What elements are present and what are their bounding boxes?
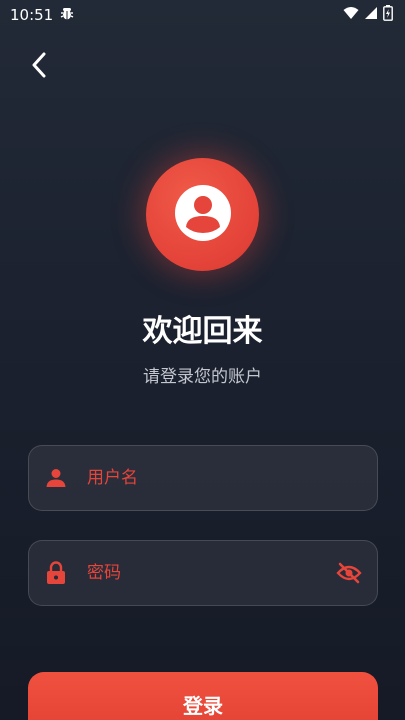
wifi-icon xyxy=(343,6,359,24)
password-field[interactable] xyxy=(28,540,378,606)
user-icon xyxy=(173,183,233,247)
page-title: 欢迎回来 xyxy=(142,314,263,349)
back-button[interactable] xyxy=(22,50,56,84)
signal-icon xyxy=(364,6,378,24)
bug-icon xyxy=(59,5,75,25)
avatar xyxy=(146,158,259,271)
chevron-left-icon xyxy=(31,52,47,82)
password-input[interactable] xyxy=(87,553,335,593)
person-icon xyxy=(45,467,67,489)
username-input[interactable] xyxy=(87,458,363,498)
eye-off-icon[interactable] xyxy=(335,559,363,587)
status-right xyxy=(343,5,393,25)
status-left: 10:51 xyxy=(10,5,75,25)
lock-icon xyxy=(45,561,67,584)
page-subtitle: 请登录您的账户 xyxy=(143,367,262,387)
status-bar: 10:51 xyxy=(0,0,405,30)
status-time: 10:51 xyxy=(10,6,54,24)
battery-charging-icon xyxy=(383,5,393,25)
username-field[interactable] xyxy=(28,445,378,511)
login-button[interactable]: 登录 xyxy=(28,672,378,720)
